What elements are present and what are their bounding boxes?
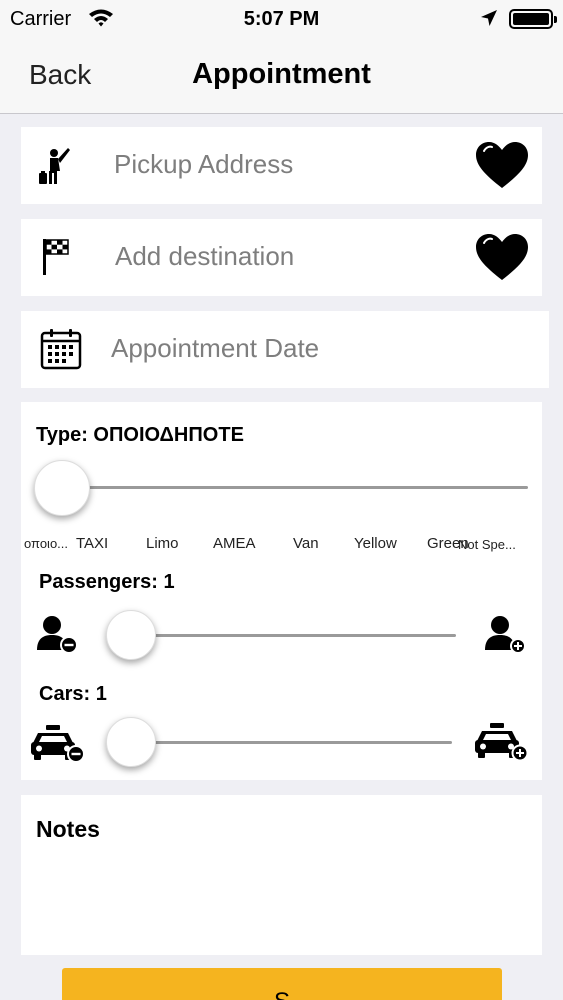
passengers-slider-thumb[interactable]	[106, 610, 156, 660]
type-tick-label: Limo	[146, 535, 179, 552]
type-tick-label: TAXI	[76, 535, 109, 552]
clock-label: 5:07 PM	[243, 8, 320, 30]
appointment-date-field[interactable]: Appointment Date	[21, 311, 549, 388]
cars-title: Cars: 1	[39, 683, 107, 705]
cars-slider-track[interactable]	[130, 741, 452, 744]
submit-button-label: S	[62, 988, 502, 1000]
remove-car-icon[interactable]	[30, 724, 86, 769]
passengers-title: Passengers: 1	[39, 571, 175, 593]
passengers-slider-track[interactable]	[130, 634, 456, 637]
status-bar: Carrier 5:07 PM	[0, 0, 563, 38]
hailing-person-icon	[36, 145, 74, 190]
destination-field[interactable]: Add destination	[21, 219, 542, 296]
submit-button[interactable]: S	[62, 968, 502, 1000]
pickup-address-placeholder: Pickup Address	[114, 149, 294, 179]
type-tick-label: Not Spe...	[458, 537, 516, 552]
favorite-heart-icon[interactable]	[474, 233, 530, 288]
remove-passenger-icon[interactable]	[36, 614, 80, 659]
destination-placeholder: Add destination	[115, 241, 295, 271]
navigation-bar: Back Appointment	[0, 38, 563, 114]
location-arrow-icon	[480, 9, 498, 32]
type-title: Type: ΟΠΟΙΟΔΗΠΟΤΕ	[36, 424, 244, 446]
add-passenger-icon[interactable]	[484, 614, 528, 659]
favorite-heart-icon[interactable]	[474, 141, 530, 196]
checkered-flag-icon	[41, 237, 71, 282]
notes-title: Notes	[36, 816, 100, 842]
calendar-icon	[40, 328, 82, 375]
appointment-date-placeholder: Appointment Date	[111, 333, 320, 363]
type-tick-label: AMEA	[213, 535, 256, 552]
add-car-icon[interactable]	[474, 722, 530, 767]
type-tick-label: Yellow	[354, 535, 397, 552]
page-title: Appointment	[192, 58, 371, 90]
battery-icon	[509, 9, 557, 29]
type-slider-track[interactable]	[60, 486, 528, 489]
cars-slider-thumb[interactable]	[106, 717, 156, 767]
type-tick-label: Van	[293, 535, 319, 552]
pickup-address-field[interactable]: Pickup Address	[21, 127, 542, 204]
type-slider-thumb[interactable]	[34, 460, 90, 516]
type-tick-label: οποιο...	[24, 536, 69, 551]
